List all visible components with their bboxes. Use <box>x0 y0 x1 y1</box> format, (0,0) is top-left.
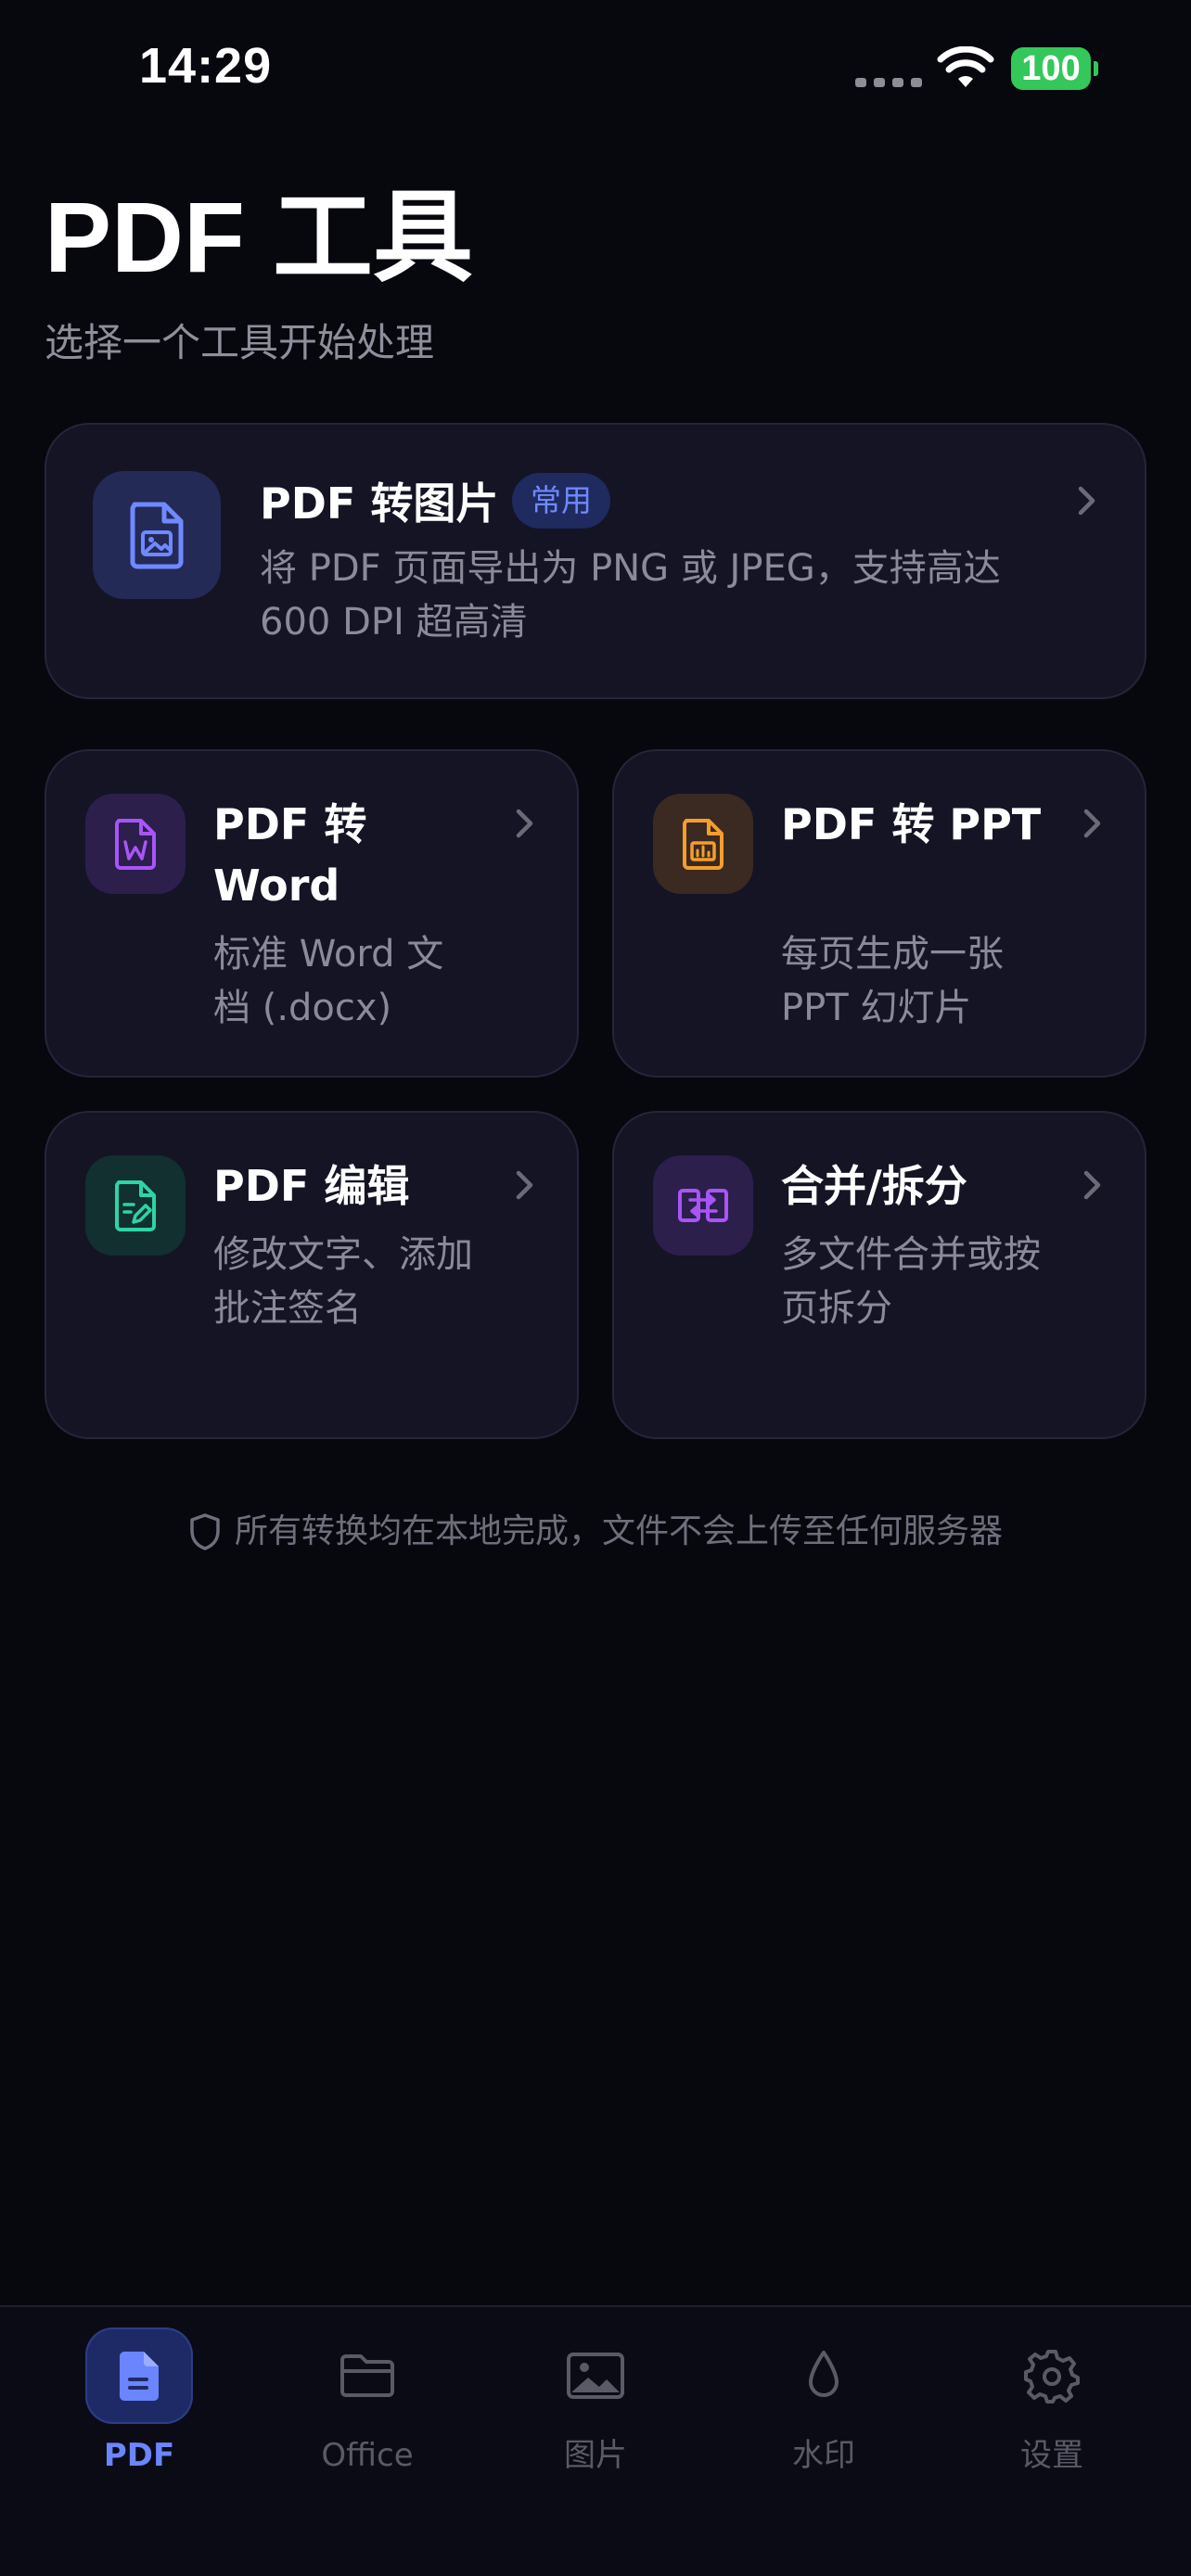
shield-icon <box>190 1513 220 1550</box>
merge-split-tile <box>653 1155 753 1256</box>
tab-icon-wrap <box>998 2327 1106 2424</box>
tab-label: 图片 <box>564 2437 627 2474</box>
wifi-icon <box>937 46 994 87</box>
chevron-right-icon <box>516 809 533 838</box>
tool-card-pdf-to-word[interactable]: PDF 转 Word 标准 Word 文档 (.docx) <box>45 749 579 1078</box>
tool-title: 合并/拆分 <box>781 1161 967 1211</box>
page-subtitle: 选择一个工具开始处理 <box>45 320 435 365</box>
word-file-icon <box>115 819 156 870</box>
privacy-note: 所有转换均在本地完成，文件不会上传至任何服务器 <box>0 1502 1191 1562</box>
edit-file-icon <box>115 1180 156 1231</box>
tool-card-merge-split[interactable]: 合并/拆分 多文件合并或按页拆分 <box>612 1111 1146 1439</box>
tool-card-pdf-edit[interactable]: PDF 编辑 修改文字、添加批注签名 <box>45 1111 579 1439</box>
tab-settings[interactable]: 设置 <box>959 2327 1145 2485</box>
tab-icon-wrap <box>314 2327 421 2424</box>
battery-level: 100 <box>1011 47 1091 90</box>
chevron-right-icon <box>1083 809 1101 838</box>
tab-icon-wrap <box>85 2327 193 2424</box>
water-drop-icon <box>809 2351 839 2397</box>
tab-icon-wrap <box>542 2327 649 2424</box>
tab-office[interactable]: Office <box>275 2327 460 2485</box>
status-time: 14:29 <box>139 38 273 94</box>
tab-images[interactable]: 图片 <box>503 2327 688 2485</box>
frequent-badge: 常用 <box>512 473 610 529</box>
tool-title: PDF 编辑 <box>213 1161 410 1211</box>
tool-description: 将 PDF 页面导出为 PNG 或 JPEG，支持高达 600 DPI 超高清 <box>260 547 1001 644</box>
tab-bar: PDF Office 图片 水印 设置 <box>0 2305 1191 2576</box>
image-icon <box>567 2353 624 2399</box>
page-title: PDF 工具 <box>45 181 474 293</box>
folder-icon <box>340 2354 394 2397</box>
pdf-to-ppt-tile <box>653 794 753 894</box>
tab-icon-wrap <box>770 2327 877 2424</box>
chevron-right-icon <box>1083 1170 1101 1200</box>
pdf-to-word-tile <box>85 794 186 894</box>
tool-description: 多文件合并或按页拆分 <box>781 1233 1041 1330</box>
ppt-file-icon <box>683 819 724 870</box>
image-file-icon <box>130 502 184 569</box>
tab-label: PDF <box>103 2437 175 2474</box>
tab-label: 水印 <box>792 2437 855 2474</box>
privacy-note-text: 所有转换均在本地完成，文件不会上传至任何服务器 <box>234 1512 1003 1550</box>
tab-label: Office <box>321 2437 414 2474</box>
tab-watermark[interactable]: 水印 <box>731 2327 916 2485</box>
tool-description: 修改文字、添加批注签名 <box>213 1233 473 1330</box>
tab-label: 设置 <box>1020 2437 1083 2474</box>
gear-icon <box>1024 2350 1080 2404</box>
tool-card-pdf-to-image[interactable]: PDF 转图片 常用 将 PDF 页面导出为 PNG 或 JPEG，支持高达 6… <box>45 423 1146 699</box>
status-bar: 14:29 100 <box>0 0 1191 139</box>
document-icon <box>120 2352 159 2401</box>
tool-card-pdf-to-ppt[interactable]: PDF 转 PPT 每页生成一张 PPT 幻灯片 <box>612 749 1146 1078</box>
pdf-edit-tile <box>85 1155 186 1256</box>
pdf-to-image-tile <box>93 471 221 599</box>
tab-pdf[interactable]: PDF <box>46 2327 232 2485</box>
tool-description: 每页生成一张 PPT 幻灯片 <box>781 933 1004 1029</box>
tool-description: 标准 Word 文档 (.docx) <box>213 933 444 1029</box>
tool-title: PDF 转 PPT <box>781 799 1042 849</box>
chevron-right-icon <box>1078 486 1095 516</box>
tool-title: PDF 转 Word <box>213 799 367 911</box>
tool-title: PDF 转图片 <box>260 478 499 529</box>
chevron-right-icon <box>516 1170 533 1200</box>
battery-icon: 100 <box>1011 46 1100 91</box>
merge-split-icon <box>678 1189 728 1222</box>
cellular-signal-icon <box>855 78 922 87</box>
